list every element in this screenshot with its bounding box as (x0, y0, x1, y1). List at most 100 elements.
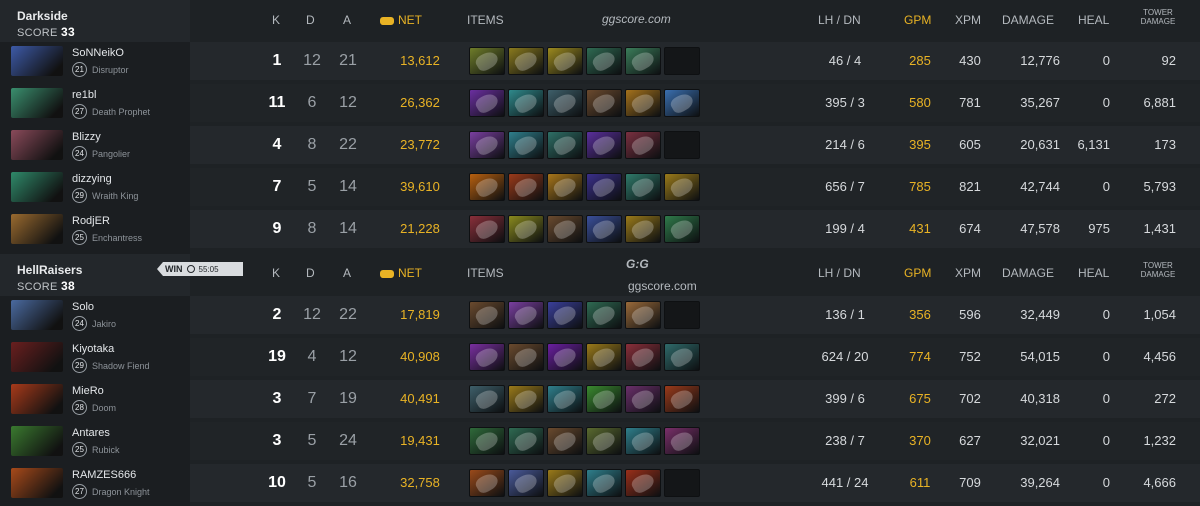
item-icon[interactable] (586, 427, 622, 455)
player-card[interactable]: re1bl 27 Death Prophet (0, 84, 190, 122)
item-icon[interactable] (664, 343, 700, 371)
player-card[interactable]: Kiyotaka 29 Shadow Fiend (0, 338, 190, 376)
item-icon[interactable] (469, 131, 505, 159)
item-icon[interactable] (508, 301, 544, 329)
item-icon[interactable] (586, 89, 622, 117)
player-card[interactable]: Antares 25 Rubick (0, 422, 190, 460)
item-icon[interactable] (664, 89, 700, 117)
player-card[interactable]: Blizzy 24 Pangolier (0, 126, 190, 164)
item-icon[interactable] (508, 131, 544, 159)
item-icon[interactable] (547, 427, 583, 455)
heal-value: 0 (1102, 53, 1110, 68)
item-icon[interactable] (586, 215, 622, 243)
item-icon[interactable] (586, 173, 622, 201)
item-icon[interactable] (625, 301, 661, 329)
player-stats-row: 2 12 22 17,819 136 / 1 356 596 32,449 0 1,054 (190, 296, 1200, 334)
hero-level: 24 (72, 316, 87, 331)
item-icon[interactable] (547, 131, 583, 159)
tower-damage-value: 1,232 (1143, 433, 1176, 448)
player-card[interactable]: RAMZES666 27 Dragon Knight (0, 464, 190, 502)
item-icon[interactable] (625, 47, 661, 75)
kills: 10 (268, 474, 286, 491)
kills: 3 (272, 390, 282, 407)
player-card[interactable]: dizzying 29 Wraith King (0, 168, 190, 206)
item-icon[interactable] (625, 131, 661, 159)
win-label: WIN (165, 264, 183, 274)
item-icon[interactable] (664, 427, 700, 455)
item-icon[interactable] (508, 89, 544, 117)
damage-value: 20,631 (1020, 137, 1060, 152)
player-stats-row: 11 6 12 26,362 395 / 3 580 781 35,267 0 6,881 (190, 84, 1200, 122)
item-icon[interactable] (547, 469, 583, 497)
item-icon[interactable] (547, 173, 583, 201)
player-card[interactable]: RodjER 25 Enchantress (0, 210, 190, 248)
item-icon[interactable] (469, 47, 505, 75)
item-icon[interactable] (547, 215, 583, 243)
item-icon[interactable] (547, 89, 583, 117)
net-worth: 39,610 (400, 179, 440, 194)
item-icon[interactable] (469, 301, 505, 329)
item-icon[interactable] (586, 301, 622, 329)
gpm-value: 395 (909, 137, 931, 152)
player-card[interactable]: Solo 24 Jakiro (0, 296, 190, 334)
damage-value: 47,578 (1020, 221, 1060, 236)
player-card[interactable]: MieRo 28 Doom (0, 380, 190, 418)
item-icon[interactable] (625, 385, 661, 413)
item-icon[interactable] (508, 47, 544, 75)
item-icon[interactable] (625, 427, 661, 455)
item-icon[interactable] (586, 131, 622, 159)
item-icon[interactable] (625, 215, 661, 243)
item-icon[interactable] (469, 343, 505, 371)
hero-level: 29 (72, 188, 87, 203)
item-icon[interactable] (508, 469, 544, 497)
item-icon[interactable] (469, 469, 505, 497)
item-icon[interactable] (625, 469, 661, 497)
item-icon[interactable] (508, 385, 544, 413)
player-card[interactable]: SoNNeikO 21 Disruptor (0, 42, 190, 80)
damage-value: 12,776 (1020, 53, 1060, 68)
hero-level: 29 (72, 358, 87, 373)
hero-name: Death Prophet (92, 107, 151, 117)
item-icon[interactable] (586, 385, 622, 413)
item-icon[interactable] (664, 385, 700, 413)
col-gpm: GPM (904, 266, 932, 280)
kills: 4 (272, 136, 282, 153)
item-icon[interactable] (469, 385, 505, 413)
item-icon[interactable] (547, 47, 583, 75)
item-slots (469, 131, 700, 159)
item-icon[interactable] (625, 343, 661, 371)
deaths: 8 (307, 136, 317, 153)
item-icon[interactable] (664, 173, 700, 201)
item-icon[interactable] (469, 427, 505, 455)
player-stats-row: 7 5 14 39,610 656 / 7 785 821 42,744 0 5,793 (190, 168, 1200, 206)
hero-name: Wraith King (92, 191, 139, 201)
last-hits-denies: 214 / 6 (825, 137, 865, 152)
team-header-hellraisers: HellRaisers SCORE 38 (0, 254, 190, 296)
kills: 9 (272, 220, 282, 237)
item-icon[interactable] (469, 89, 505, 117)
item-icon[interactable] (469, 215, 505, 243)
item-icon[interactable] (625, 89, 661, 117)
item-icon[interactable] (547, 301, 583, 329)
deaths: 4 (307, 348, 317, 365)
clock-icon (186, 265, 195, 273)
item-icon[interactable] (664, 215, 700, 243)
item-icon[interactable] (469, 173, 505, 201)
item-icon[interactable] (547, 385, 583, 413)
hero-name: Pangolier (92, 149, 131, 159)
item-icon[interactable] (508, 427, 544, 455)
player-stats-row: 4 8 22 23,772 214 / 6 395 605 20,631 6,131 173 (190, 126, 1200, 164)
item-icon[interactable] (586, 343, 622, 371)
item-icon[interactable] (586, 469, 622, 497)
item-icon[interactable] (586, 47, 622, 75)
item-icon[interactable] (547, 343, 583, 371)
tower-damage-value: 5,793 (1143, 179, 1176, 194)
item-icon[interactable] (625, 173, 661, 201)
damage-value: 42,744 (1020, 179, 1060, 194)
player-stats-row: 19 4 12 40,908 624 / 20 774 752 54,015 0 4,456 (190, 338, 1200, 376)
item-icon[interactable] (508, 343, 544, 371)
player-name: re1bl (72, 89, 97, 101)
item-icon[interactable] (508, 215, 544, 243)
team-score: SCORE 38 (17, 279, 75, 293)
item-icon[interactable] (508, 173, 544, 201)
